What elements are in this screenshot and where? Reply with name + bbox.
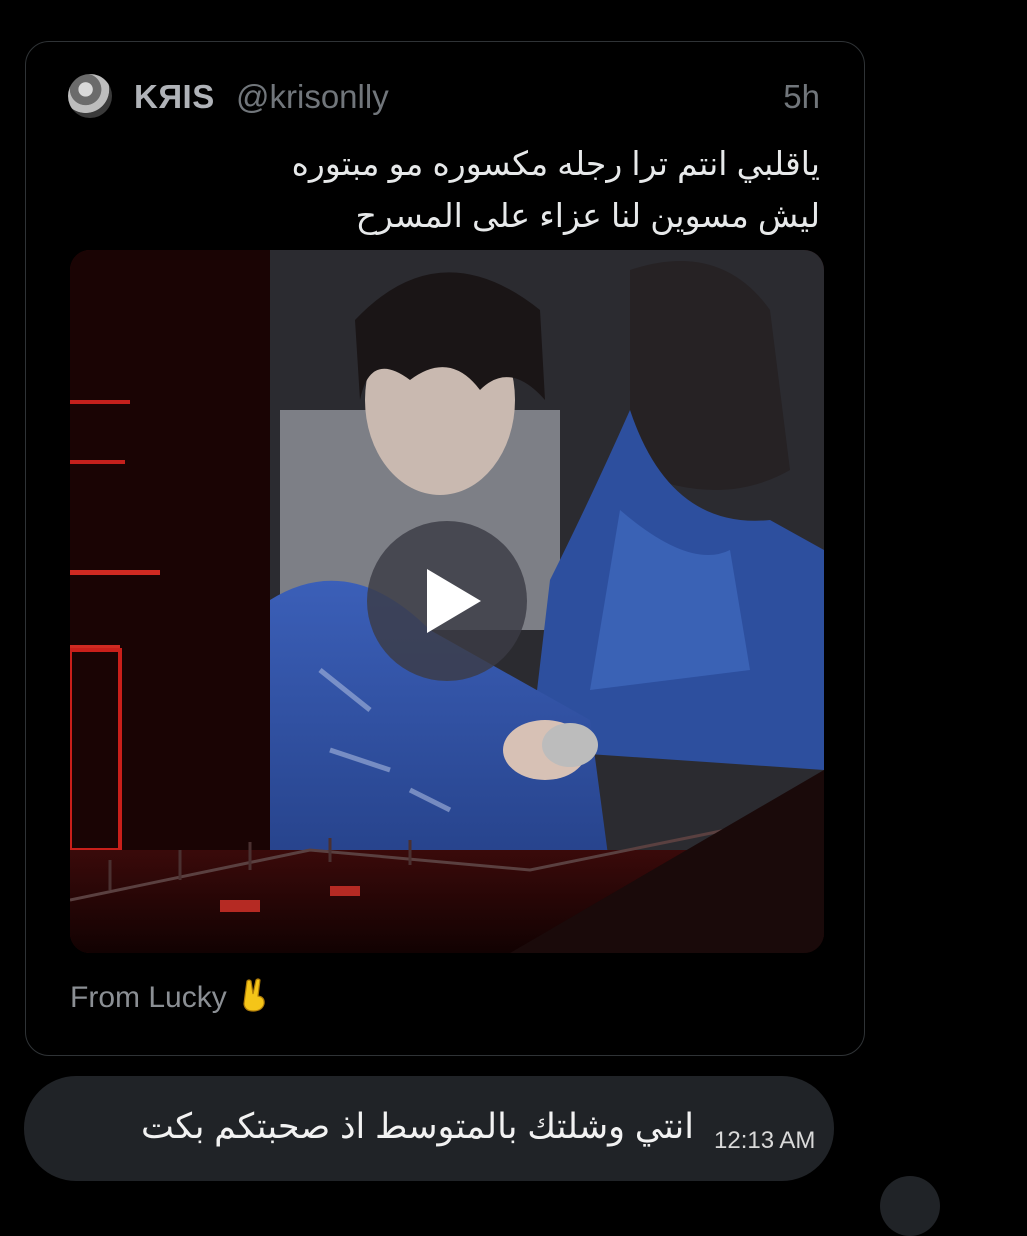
message-time: 12:13 AM (714, 1127, 816, 1154)
message-bubble[interactable]: انتي وشلتك بالمتوسط اذ صحبتكم بكت 12:13 … (24, 1076, 834, 1181)
video-thumbnail[interactable] (70, 250, 824, 953)
scroll-down-button[interactable] (880, 1176, 940, 1236)
author-avatar[interactable] (68, 74, 112, 118)
victory-hand-emoji (243, 978, 265, 1012)
author-name[interactable]: KЯIS (134, 78, 215, 116)
post-text-line: ياقلبي انتم ترا رجله مكسوره مو مبتوره (291, 145, 820, 182)
post-footer: From Lucky (70, 978, 269, 1015)
message-text: انتي وشلتك بالمتوسط اذ صحبتكم بكت (141, 1107, 694, 1146)
quoted-post-card[interactable]: KЯIS @krisonlly 5h ياقلبي انتم ترا رجله … (25, 41, 865, 1056)
author-handle: @krisonlly (236, 78, 389, 115)
post-text-line: ليش مسوين لنا عزاء على المسرح (355, 197, 820, 234)
play-icon (427, 569, 481, 633)
post-text: ياقلبي انتم ترا رجله مكسوره مو مبتوره لي… (120, 138, 820, 242)
from-label: From Lucky (70, 981, 227, 1014)
play-button[interactable] (367, 521, 527, 681)
post-time: 5h (783, 78, 820, 115)
